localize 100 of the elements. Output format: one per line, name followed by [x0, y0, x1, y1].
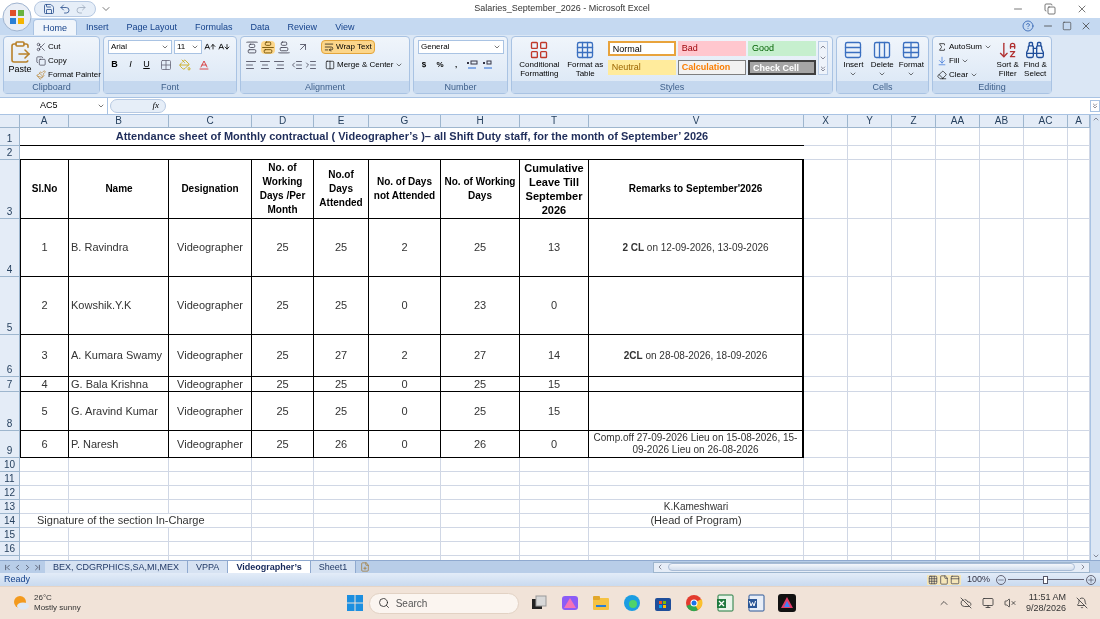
fill-button[interactable]: Fill: [937, 54, 992, 67]
zoom-slider[interactable]: [1008, 574, 1084, 585]
column-header[interactable]: E: [314, 115, 369, 128]
first-sheet-icon[interactable]: [3, 562, 12, 572]
styles-scroll-drawing[interactable]: [818, 41, 828, 75]
paste-button[interactable]: Paste: [8, 40, 32, 81]
last-sheet-icon[interactable]: [33, 562, 42, 572]
spreadsheet-app-icon[interactable]: [714, 593, 735, 613]
insert-sheet-icon[interactable]: [360, 562, 371, 572]
page-break-view-icon[interactable]: [949, 574, 960, 585]
restore-workbook-icon[interactable]: [1062, 21, 1072, 31]
next-sheet-icon[interactable]: [23, 562, 32, 572]
copy-button[interactable]: Copy: [36, 54, 101, 67]
row-number[interactable]: 9: [0, 431, 20, 458]
row-number[interactable]: 14: [0, 514, 20, 528]
ribbon-tab[interactable]: Insert: [77, 19, 118, 35]
column-header[interactable]: A: [20, 115, 69, 128]
number-format-button[interactable]: $: [418, 59, 430, 71]
name-box[interactable]: AC5: [0, 98, 108, 114]
page-layout-view-icon[interactable]: [938, 574, 949, 585]
clear-button[interactable]: Clear: [937, 68, 992, 81]
increase-indent-icon[interactable]: [305, 59, 317, 71]
horizontal-scrollbar[interactable]: [653, 561, 1090, 573]
row-number[interactable]: 2: [0, 146, 20, 160]
column-header[interactable]: B: [69, 115, 169, 128]
column-header[interactable]: A: [1068, 115, 1090, 128]
network-icon[interactable]: [981, 597, 994, 609]
cell-style-swatch[interactable]: Bad: [677, 41, 746, 56]
format-as-table-button[interactable]: Format as Table: [566, 40, 604, 81]
align-right-icon[interactable]: [273, 59, 285, 71]
column-header[interactable]: AA: [936, 115, 980, 128]
ribbon-tab[interactable]: Formulas: [186, 19, 242, 35]
italic-button[interactable]: I: [124, 58, 137, 71]
wrap-text-button[interactable]: Wrap Text: [321, 40, 375, 54]
expand-formula-bar-icon[interactable]: [1090, 100, 1100, 112]
row-number[interactable]: 12: [0, 486, 20, 500]
column-header[interactable]: Y: [848, 115, 892, 128]
cell-style-swatch[interactable]: Neutral: [607, 60, 676, 75]
row-number[interactable]: 3: [0, 160, 20, 219]
row-number[interactable]: 8: [0, 392, 20, 431]
app-icon[interactable]: [776, 593, 797, 613]
ribbon-tab[interactable]: Data: [241, 19, 279, 35]
insert-function-label[interactable]: fx: [152, 99, 159, 113]
select-all-button[interactable]: [0, 115, 20, 128]
undo-icon[interactable]: [59, 3, 71, 15]
ribbon-tab[interactable]: Review: [278, 19, 327, 35]
row-number[interactable]: 1: [0, 128, 20, 146]
previous-sheet-icon[interactable]: [13, 562, 22, 572]
number-format-field[interactable]: General: [418, 40, 504, 54]
folder-icon[interactable]: [590, 593, 611, 613]
vertical-align-icon[interactable]: [277, 40, 291, 54]
cells-button[interactable]: Insert: [841, 40, 866, 81]
bold-button[interactable]: B: [108, 58, 121, 71]
increase-decimal-icon[interactable]: [466, 59, 478, 71]
row-number[interactable]: 5: [0, 277, 20, 335]
orientation-icon[interactable]: [297, 41, 309, 53]
cell-style-swatch[interactable]: Good: [747, 41, 816, 56]
decrease-decimal-icon[interactable]: [482, 59, 494, 71]
column-header[interactable]: H: [441, 115, 520, 128]
clock-date[interactable]: 9/28/2026: [1025, 603, 1066, 614]
shrink-font-icon[interactable]: [218, 41, 230, 53]
merge-center-button[interactable]: Merge & Center: [325, 59, 404, 71]
row-number[interactable]: 7: [0, 377, 20, 392]
zoom-in-icon[interactable]: [1086, 574, 1096, 585]
row-number[interactable]: 16: [0, 542, 20, 556]
align-left-icon[interactable]: [245, 59, 257, 71]
cloud-off-icon[interactable]: [959, 597, 972, 609]
sheet-tab[interactable]: VPPA: [188, 561, 229, 573]
ribbon-tab[interactable]: View: [326, 19, 364, 35]
column-header[interactable]: G: [369, 115, 441, 128]
vertical-align-icon[interactable]: [245, 40, 259, 54]
ribbon-tab[interactable]: Page Layout: [117, 19, 187, 35]
font-color-icon[interactable]: [198, 58, 210, 71]
document-app-icon[interactable]: [745, 593, 766, 613]
help-icon[interactable]: [1022, 20, 1034, 32]
grow-font-icon[interactable]: [204, 41, 216, 53]
decrease-indent-icon[interactable]: [291, 59, 303, 71]
ribbon-tab[interactable]: Home: [33, 19, 77, 35]
column-header[interactable]: C: [169, 115, 252, 128]
align-center-icon[interactable]: [259, 59, 271, 71]
browser-icon[interactable]: [683, 593, 704, 613]
column-header[interactable]: AB: [980, 115, 1024, 128]
conditional-formatting-button[interactable]: Conditional Formatting: [516, 40, 563, 81]
browser-icon[interactable]: [621, 593, 642, 613]
zoom-slider-thumb[interactable]: [1043, 575, 1048, 584]
sort-filter-button[interactable]: Sort & Filter: [995, 40, 1020, 81]
empty-cell[interactable]: [589, 392, 804, 431]
restore-icon[interactable]: [1044, 3, 1056, 15]
row-number[interactable]: 10: [0, 458, 20, 472]
format-painter-button[interactable]: Format Painter: [36, 68, 101, 81]
row-number[interactable]: 4: [0, 219, 20, 277]
clock-time[interactable]: 11:51 AM: [1028, 592, 1066, 603]
row-number[interactable]: 15: [0, 528, 20, 542]
cell-style-swatch[interactable]: Normal: [607, 41, 676, 56]
sheet-tab[interactable]: BEX, CDGRPHICS,SA,MI,MEX: [45, 561, 189, 573]
zoom-level[interactable]: 100%: [966, 572, 990, 587]
cells-button[interactable]: Format: [898, 40, 924, 81]
column-header[interactable]: AC: [1024, 115, 1068, 128]
row-number[interactable]: 13: [0, 500, 20, 514]
column-header[interactable]: T: [520, 115, 589, 128]
